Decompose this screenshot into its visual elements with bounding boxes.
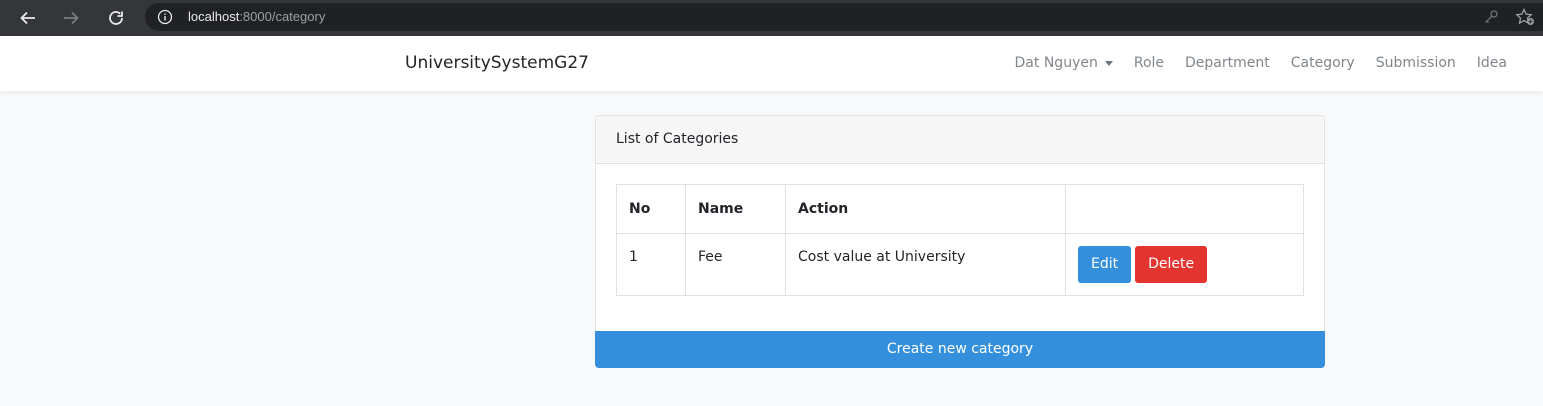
column-header: Name	[685, 184, 786, 234]
info-icon[interactable]	[157, 9, 173, 25]
table-header-row: No Name Action	[616, 184, 1304, 234]
url-text[interactable]: localhost:8000/category	[188, 9, 325, 24]
nav-role[interactable]: Role	[1134, 55, 1164, 71]
nav-department[interactable]: Department	[1185, 55, 1270, 71]
delete-button[interactable]: Delete	[1135, 246, 1208, 283]
forward-arrow-icon[interactable]	[58, 5, 84, 31]
column-header: No	[616, 184, 686, 234]
app-navbar: UniversitySystemG27 Dat Nguyen Role Depa…	[0, 36, 1543, 91]
nav-category[interactable]: Category	[1291, 55, 1355, 71]
column-header	[1065, 184, 1304, 234]
create-category-button[interactable]: Create new category	[595, 331, 1325, 368]
categories-card: List of Categories No Name Action 1 Fee …	[595, 115, 1325, 368]
categories-table: No Name Action 1 Fee Cost value at Unive…	[616, 184, 1304, 296]
cell-no: 1	[616, 233, 686, 296]
back-arrow-icon[interactable]	[15, 5, 41, 31]
browser-toolbar: localhost:8000/category	[0, 0, 1543, 36]
bookmark-star-icon[interactable]	[1515, 7, 1535, 30]
cell-name: Fee	[685, 233, 786, 296]
key-icon[interactable]	[1483, 9, 1499, 29]
nav-idea[interactable]: Idea	[1477, 55, 1507, 71]
table-row: 1 Fee Cost value at University Edit Delet…	[616, 233, 1304, 296]
nav-submission[interactable]: Submission	[1376, 55, 1456, 71]
caret-down-icon	[1104, 60, 1113, 66]
edit-button[interactable]: Edit	[1078, 246, 1132, 283]
address-bar[interactable]: localhost:8000/category	[145, 3, 1543, 31]
nav-links: Dat Nguyen Role Department Category Subm…	[994, 55, 1507, 71]
cell-buttons: Edit Delete	[1065, 233, 1304, 296]
card-header: List of Categories	[596, 116, 1324, 164]
user-dropdown[interactable]: Dat Nguyen	[1015, 55, 1113, 71]
column-header: Action	[785, 184, 1066, 234]
brand-link[interactable]: UniversitySystemG27	[405, 53, 589, 73]
reload-icon[interactable]	[103, 5, 129, 31]
cell-action: Cost value at University	[785, 233, 1066, 296]
